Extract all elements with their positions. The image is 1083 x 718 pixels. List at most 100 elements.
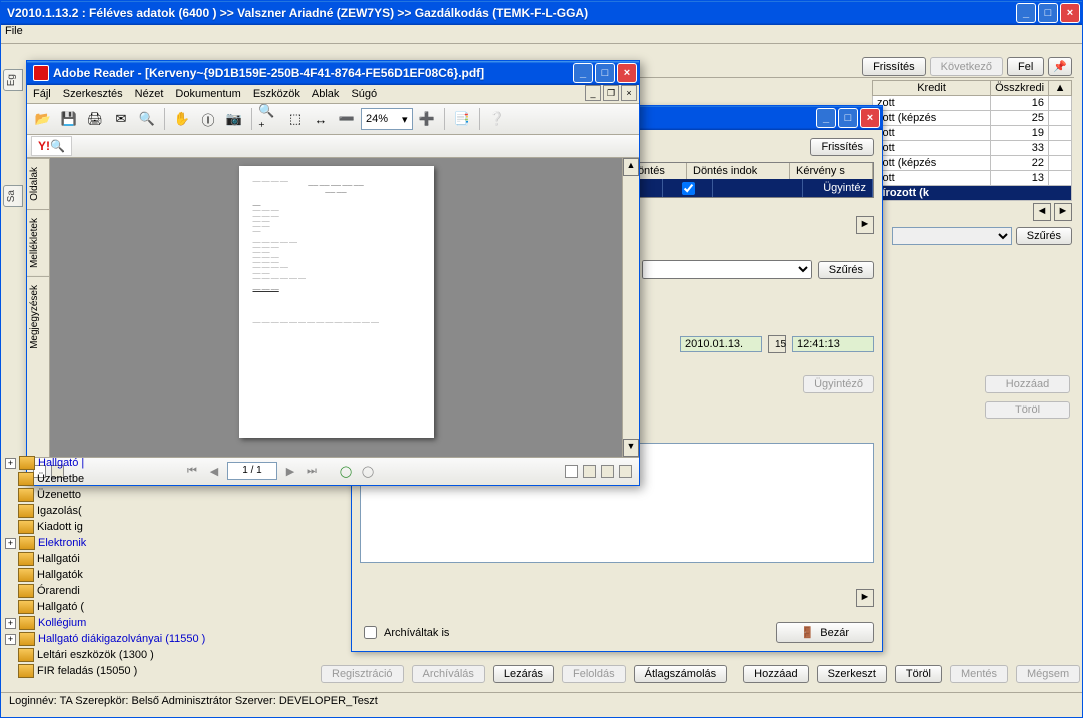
mdi-restore-button[interactable]: ❐ <box>603 85 619 101</box>
col-kredit[interactable]: Kredit <box>873 81 991 96</box>
archivaltak-checkbox[interactable]: Archíváltak is <box>360 623 449 642</box>
menu-eszkozok[interactable]: Eszközök <box>253 88 300 100</box>
tree-node[interactable]: Hallgatói <box>5 551 290 567</box>
tree-toggle-icon[interactable]: + <box>5 618 16 629</box>
mid-szures-button[interactable]: Szűrés <box>818 261 874 279</box>
kredit-grid[interactable]: Kredit Összkredi ▲ zott16zott (képzés25z… <box>872 80 1072 201</box>
menu-ablak[interactable]: Ablak <box>312 88 340 100</box>
maximize-button[interactable]: □ <box>1038 3 1058 23</box>
menu-dokumentum[interactable]: Dokumentum <box>175 88 240 100</box>
grid-row[interactable]: zott (képzés22 <box>873 156 1072 171</box>
filter-select[interactable] <box>892 227 1012 245</box>
document-scrollbar[interactable]: ▲ ▼ <box>622 158 639 457</box>
tree-node[interactable]: Üzenetto <box>5 487 290 503</box>
col-indok[interactable]: Döntés indok <box>687 163 790 179</box>
scroll-left-icon[interactable]: ◄ <box>1033 203 1051 221</box>
adobe-maximize-button[interactable]: □ <box>595 63 615 83</box>
grid-row[interactable]: zott19 <box>873 126 1072 141</box>
tree-toggle-icon[interactable]: + <box>5 538 16 549</box>
grid-row[interactable]: zott (képzés25 <box>873 111 1072 126</box>
forward-icon[interactable]: ◯ <box>359 462 377 480</box>
document-area[interactable]: —— —— —— —— —— —— —— —— ———— —— —— —— ——… <box>50 158 622 457</box>
date-field[interactable] <box>680 336 762 352</box>
menu-fajl[interactable]: Fájl <box>33 88 51 100</box>
hand-icon[interactable]: ✋ <box>170 107 194 131</box>
mid-maximize-button[interactable]: □ <box>838 108 858 128</box>
mid-scroll-right2-icon[interactable]: ► <box>856 589 874 607</box>
yahoo-button[interactable]: Y!🔍 <box>31 136 72 156</box>
tree-toggle-icon[interactable]: + <box>5 458 16 469</box>
search-icon[interactable]: 🔍 <box>135 107 159 131</box>
tree-node[interactable]: Órarendi <box>5 583 290 599</box>
tree-node[interactable]: Igazolás( <box>5 503 290 519</box>
hozzaad-button[interactable]: Hozzáad <box>743 665 808 683</box>
zoom-out-icon[interactable]: ➖ <box>335 107 359 131</box>
mid-minimize-button[interactable]: _ <box>816 108 836 128</box>
mid-filter-select[interactable] <box>642 260 812 279</box>
last-page-icon[interactable]: ⏭ <box>303 462 321 480</box>
lezaras-button[interactable]: Lezárás <box>493 665 554 683</box>
mid-frissites-button[interactable]: Frissítés <box>810 138 874 156</box>
back-icon[interactable]: ◯ <box>337 462 355 480</box>
open-icon[interactable]: 📂 <box>31 107 55 131</box>
sidetab-eg[interactable]: Eg <box>3 69 23 91</box>
layout-cont-icon[interactable] <box>583 465 596 478</box>
tree-node[interactable]: +Elektronik <box>5 535 290 551</box>
tree-pane[interactable]: +Hallgató |ÜzenetbeÜzenettoIgazolás(Kiad… <box>5 455 290 693</box>
torol-button[interactable]: Töröl <box>895 665 942 683</box>
col-kerveny[interactable]: Kérvény s <box>790 163 873 179</box>
grid-selected-row[interactable]: zírozott (k <box>873 186 1072 201</box>
frissites-button[interactable]: Frissítés <box>862 57 926 76</box>
sidetab-megjegyzesek[interactable]: Megjegyzések <box>27 276 49 357</box>
layout-contfacing-icon[interactable] <box>619 465 632 478</box>
layout-facing-icon[interactable] <box>601 465 614 478</box>
zoom-in-icon[interactable]: 🔍⁺ <box>257 107 281 131</box>
tree-node[interactable]: Hallgatók <box>5 567 290 583</box>
col-osszkredit[interactable]: Összkredi <box>991 81 1049 96</box>
mdi-close-button[interactable]: × <box>621 85 637 101</box>
scrollbar-up-icon[interactable]: ▲ <box>623 158 639 176</box>
calendar-icon[interactable]: 15 <box>768 335 786 353</box>
tree-node[interactable]: +Kollégium <box>5 615 290 631</box>
tree-node[interactable]: Hallgató ( <box>5 599 290 615</box>
time-field[interactable] <box>792 336 874 352</box>
tree-toggle-icon[interactable]: + <box>5 634 16 645</box>
mail-icon[interactable]: ✉ <box>109 107 133 131</box>
pin-icon[interactable]: 📌 <box>1048 57 1072 76</box>
menu-szerkesztes[interactable]: Szerkesztés <box>63 88 123 100</box>
adobe-close-button[interactable]: × <box>617 63 637 83</box>
tree-node[interactable]: FIR feladás (15050 ) <box>5 663 290 679</box>
layout-single-icon[interactable] <box>565 465 578 478</box>
sidetab-sa[interactable]: Sa <box>3 185 23 207</box>
scrollbar-down-icon[interactable]: ▼ <box>623 439 639 457</box>
organize-icon[interactable]: 📑 <box>450 107 474 131</box>
tree-node[interactable]: Üzenetbe <box>5 471 290 487</box>
scroll-up-button[interactable]: ▲ <box>1049 81 1072 96</box>
sidetab-oldalak[interactable]: Oldalak <box>27 158 49 209</box>
dontes-checkbox[interactable] <box>682 182 695 195</box>
fit-width-icon[interactable]: ↔ <box>309 107 333 131</box>
atlagszamolas-button[interactable]: Átlagszámolás <box>634 665 728 683</box>
zoom-plus-icon[interactable]: ➕ <box>415 107 439 131</box>
close-button[interactable]: × <box>1060 3 1080 23</box>
fit-page-icon[interactable]: ⬚ <box>283 107 307 131</box>
menu-sugo[interactable]: Súgó <box>351 88 377 100</box>
menu-nezet[interactable]: Nézet <box>135 88 164 100</box>
adobe-titlebar[interactable]: Adobe Reader - [Kerveny~{9D1B159E-250B-4… <box>27 61 639 85</box>
szerkeszt-button[interactable]: Szerkeszt <box>817 665 887 683</box>
sidetab-mellekletek[interactable]: Mellékletek <box>27 209 49 276</box>
szures-button[interactable]: Szűrés <box>1016 227 1072 245</box>
select-text-icon[interactable]: Ⓘ <box>196 107 220 131</box>
save-icon[interactable]: 💾 <box>57 107 81 131</box>
snapshot-icon[interactable]: 📷 <box>222 107 246 131</box>
fel-button[interactable]: Fel <box>1007 57 1044 76</box>
print-icon[interactable]: 🖨 <box>83 107 107 131</box>
mid-close-button[interactable]: × <box>860 108 880 128</box>
zoom-combo[interactable]: 24%▾ <box>361 108 413 130</box>
menu-file[interactable]: File <box>5 25 23 37</box>
tree-node[interactable]: Leltári eszközök (1300 ) <box>5 647 290 663</box>
grid-row[interactable]: zott33 <box>873 141 1072 156</box>
mid-scroll-right-icon[interactable]: ► <box>856 216 874 234</box>
mdi-minimize-button[interactable]: _ <box>585 85 601 101</box>
scroll-right-icon[interactable]: ► <box>1054 203 1072 221</box>
